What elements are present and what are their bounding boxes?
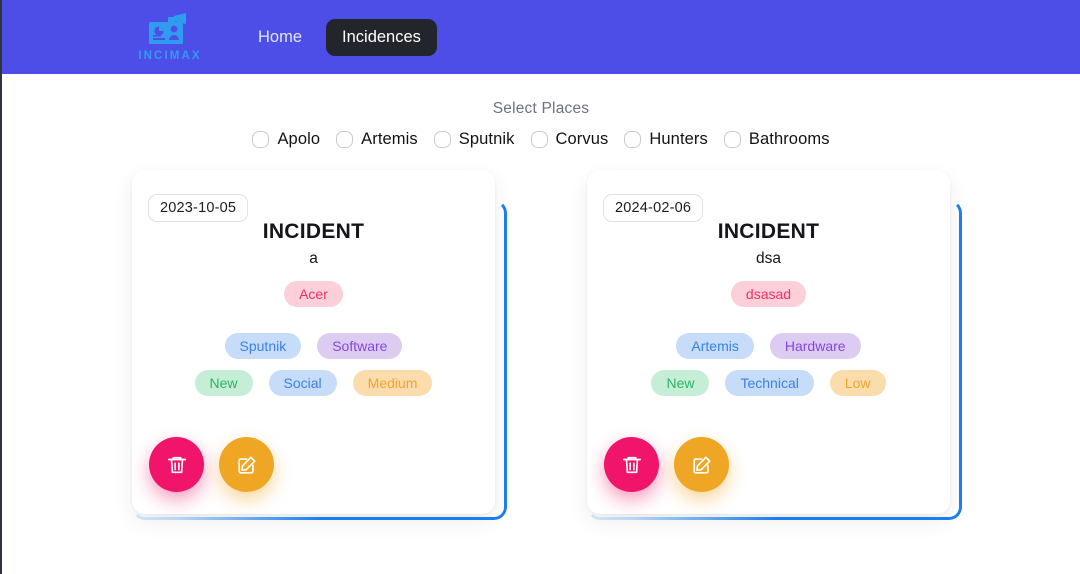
nav-link-home[interactable]: Home: [248, 20, 312, 55]
checkbox-hunters[interactable]: [624, 131, 642, 148]
places-checkbox-row: Apolo Artemis Sputnik Corvus Hunters Bat: [252, 130, 829, 149]
incident-subtitle: dsa: [756, 250, 781, 267]
incident-tag-category: Social: [268, 370, 337, 396]
incident-tag-grid: Sputnik Software New Social Medium: [132, 333, 495, 396]
incident-title: INCIDENT: [262, 220, 365, 243]
delete-incident-button[interactable]: [149, 437, 204, 492]
incident-tag-priority: Medium: [352, 370, 433, 396]
checkbox-artemis[interactable]: [336, 131, 354, 148]
incident-tag-category: Technical: [725, 370, 814, 396]
place-label-apolo: Apolo: [277, 130, 321, 148]
incident-date-badge: 2024-02-06: [603, 194, 704, 222]
place-filter-hunters[interactable]: Hunters: [624, 130, 708, 149]
place-label-bathrooms: Bathrooms: [748, 130, 830, 148]
place-label-hunters: Hunters: [649, 130, 708, 148]
incident-card[interactable]: 2024-02-06 INCIDENT dsa dsasad Artemis H…: [587, 170, 950, 514]
nav-links: Home Incidences: [248, 18, 437, 56]
incident-card[interactable]: 2023-10-05 INCIDENT a Acer Sputnik Softw…: [132, 170, 495, 514]
place-filter-apolo[interactable]: Apolo: [252, 130, 320, 149]
checkbox-bathrooms[interactable]: [723, 131, 741, 148]
trash-icon: [166, 454, 188, 476]
dashboard-megaphone-icon: [148, 12, 192, 49]
incident-tag-status: New: [651, 370, 710, 396]
incident-actions: [149, 437, 274, 492]
place-filter-corvus[interactable]: Corvus: [530, 130, 609, 149]
edit-pencil-icon: [236, 454, 258, 476]
incident-main-tag: dsasad: [730, 281, 807, 307]
place-label-corvus: Corvus: [555, 130, 609, 148]
top-navbar: INCIMAX Home Incidences: [2, 0, 1080, 74]
incident-tag-place: Sputnik: [224, 333, 302, 359]
incident-date-badge: 2023-10-05: [148, 194, 249, 222]
incident-card-list: 2023-10-05 INCIDENT a Acer Sputnik Softw…: [2, 170, 1080, 514]
incident-tag-status: New: [194, 370, 253, 396]
place-filter-bathrooms[interactable]: Bathrooms: [723, 130, 830, 149]
brand-logo-link[interactable]: INCIMAX: [120, 12, 220, 62]
place-filter-section: Select Places Apolo Artemis Sputnik Corv…: [2, 74, 1080, 149]
incident-tag-grid: Artemis Hardware New Technical Low: [587, 333, 950, 396]
checkbox-corvus[interactable]: [530, 131, 548, 148]
select-places-label: Select Places: [492, 100, 590, 117]
delete-incident-button[interactable]: [604, 437, 659, 492]
edit-incident-button[interactable]: [674, 437, 729, 492]
nav-link-incidences[interactable]: Incidences: [326, 18, 437, 56]
edit-incident-button[interactable]: [219, 437, 274, 492]
place-filter-sputnik[interactable]: Sputnik: [433, 130, 515, 149]
incident-tag-priority: Low: [829, 370, 886, 396]
trash-icon: [621, 454, 643, 476]
place-filter-artemis[interactable]: Artemis: [336, 130, 418, 149]
incident-actions: [604, 437, 729, 492]
incident-tag-type: Software: [317, 333, 403, 359]
incident-tag-type: Hardware: [769, 333, 861, 359]
app-root: INCIMAX Home Incidences Select Places Ap…: [0, 0, 1080, 574]
place-label-sputnik: Sputnik: [458, 130, 515, 148]
place-label-artemis: Artemis: [361, 130, 418, 148]
checkbox-apolo[interactable]: [252, 131, 270, 148]
checkbox-sputnik[interactable]: [433, 131, 451, 148]
incident-subtitle: a: [309, 250, 318, 267]
brand-name: INCIMAX: [138, 49, 202, 62]
incident-tag-place: Artemis: [676, 333, 754, 359]
edit-pencil-icon: [691, 454, 713, 476]
incident-main-tag: Acer: [284, 281, 343, 307]
incident-main-tag-row: Acer: [132, 281, 495, 307]
incident-title: INCIDENT: [717, 220, 820, 243]
incident-main-tag-row: dsasad: [587, 281, 950, 307]
